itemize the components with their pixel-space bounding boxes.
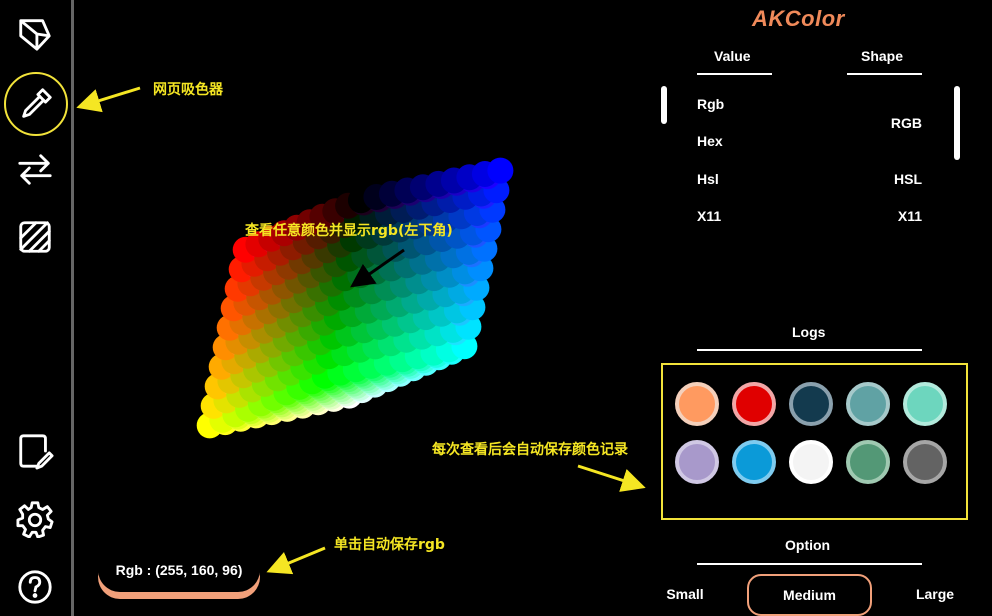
logs-panel [661, 363, 968, 520]
shape-item-hsl[interactable]: HSL [894, 171, 922, 187]
brand-logo: AKColor [752, 6, 845, 31]
log-swatch[interactable] [675, 382, 719, 426]
annotation-arrows [76, 86, 646, 575]
shape-item-x11[interactable]: X11 [898, 208, 922, 224]
tab-value-underline [697, 73, 772, 75]
shape-scrollbar[interactable] [954, 86, 960, 160]
value-item-hsl[interactable]: Hsl [697, 171, 719, 187]
shape-item-rgb[interactable]: RGB [891, 115, 922, 131]
option-large[interactable]: Large [900, 574, 970, 614]
option-small[interactable]: Small [650, 574, 720, 614]
rgb-status-pill[interactable]: Rgb : (255, 160, 96) [98, 548, 260, 592]
tab-shape[interactable]: Shape [861, 48, 903, 64]
arrow-picker [76, 86, 141, 113]
log-swatch[interactable] [789, 440, 833, 484]
log-swatch[interactable] [903, 440, 947, 484]
option-title: Option [785, 537, 831, 553]
log-swatch[interactable] [789, 382, 833, 426]
value-scrollbar[interactable] [661, 86, 667, 124]
tab-shape-underline [847, 73, 922, 75]
log-swatch[interactable] [846, 440, 890, 484]
option-underline [697, 563, 922, 565]
logs-underline [697, 349, 922, 351]
log-swatch[interactable] [732, 382, 776, 426]
log-swatch[interactable] [846, 382, 890, 426]
logs-title: Logs [792, 324, 826, 340]
arrow-pill [266, 546, 326, 575]
arrow-logs [577, 464, 646, 492]
tab-value[interactable]: Value [714, 48, 751, 64]
arrow-cube [350, 248, 405, 288]
log-swatch[interactable] [732, 440, 776, 484]
log-swatch[interactable] [675, 440, 719, 484]
value-item-x11[interactable]: X11 [697, 208, 721, 224]
option-medium[interactable]: Medium [747, 574, 872, 616]
rgb-status-text: Rgb : (255, 160, 96) [115, 562, 243, 578]
log-swatch[interactable] [903, 382, 947, 426]
value-item-rgb[interactable]: Rgb [697, 96, 724, 112]
value-item-hex[interactable]: Hex [697, 133, 723, 149]
